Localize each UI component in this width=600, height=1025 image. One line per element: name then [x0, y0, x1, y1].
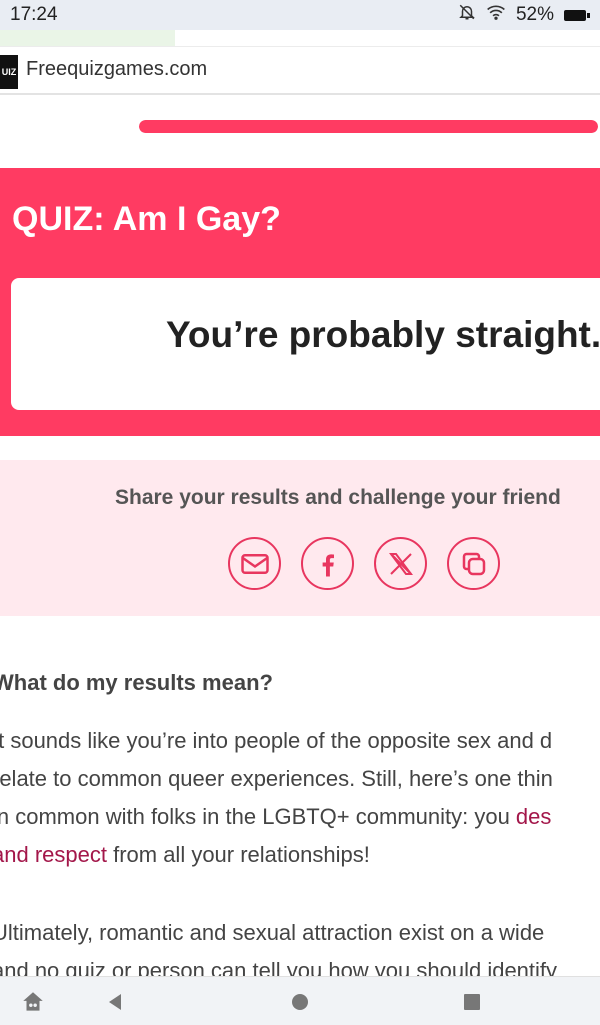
- paragraph-line: relate to common queer experiences. Stil…: [0, 766, 553, 791]
- battery-icon: [564, 9, 590, 21]
- facebook-share-button[interactable]: [301, 537, 354, 590]
- back-button[interactable]: [100, 987, 130, 1017]
- battery-percent: 52%: [515, 4, 554, 25]
- result-text: You’re probably straight.: [166, 314, 600, 355]
- paragraph-line: It sounds like you’re into people of the…: [0, 728, 553, 753]
- quiz-result-card: QUIZ: Am I Gay? You’re probably straight…: [0, 168, 600, 436]
- circle-home-icon: [292, 994, 308, 1010]
- share-section: Share your results and challenge your fr…: [0, 460, 600, 616]
- quiz-progress-fill: [139, 120, 598, 133]
- back-icon: [109, 994, 121, 1010]
- respect-link[interactable]: and respect: [0, 842, 107, 867]
- facebook-icon: [322, 553, 334, 576]
- result-box: You’re probably straight.: [11, 278, 600, 410]
- wifi-icon: [486, 4, 506, 26]
- share-text: Share your results and challenge your fr…: [115, 486, 561, 509]
- address-bar[interactable]: UIZ Freequizgames.com: [0, 46, 600, 95]
- previous-tab-strip: [0, 30, 175, 46]
- paragraph-line: Ultimately, romantic and sexual attracti…: [0, 920, 545, 945]
- home-app-button[interactable]: [18, 987, 48, 1017]
- copy-icon: [462, 552, 485, 575]
- site-favicon: UIZ: [0, 55, 18, 89]
- status-bar: 17:24 52%: [0, 0, 600, 30]
- recents-button[interactable]: [457, 987, 487, 1017]
- home-icon: [23, 992, 43, 1011]
- recents-icon: [464, 994, 480, 1010]
- paragraph-text: in common with folks in the LGBTQ+ commu…: [0, 804, 516, 829]
- url-text[interactable]: Freequizgames.com: [26, 58, 207, 81]
- paragraph-text: from all your relationships!: [106, 842, 370, 867]
- status-time: 17:24: [10, 4, 58, 25]
- article-paragraph-1: It sounds like you’re into people of the…: [0, 722, 553, 874]
- quiz-progress-bar: [139, 120, 598, 133]
- x-share-button[interactable]: [374, 537, 427, 590]
- quiz-title: QUIZ: Am I Gay?: [12, 200, 281, 238]
- email-icon: [240, 553, 269, 574]
- home-button[interactable]: [285, 987, 315, 1017]
- paragraph-line: and respect from all your relationships!: [0, 836, 553, 874]
- share-buttons: [228, 537, 500, 590]
- email-share-button[interactable]: [228, 537, 281, 590]
- x-icon: [388, 552, 413, 575]
- deserve-link[interactable]: des: [516, 804, 551, 829]
- article-heading: What do my results mean?: [0, 670, 273, 695]
- paragraph-line: in common with folks in the LGBTQ+ commu…: [0, 798, 553, 836]
- bell-off-icon: [458, 3, 476, 27]
- android-nav-bar: [0, 976, 600, 1025]
- copy-link-button[interactable]: [447, 537, 500, 590]
